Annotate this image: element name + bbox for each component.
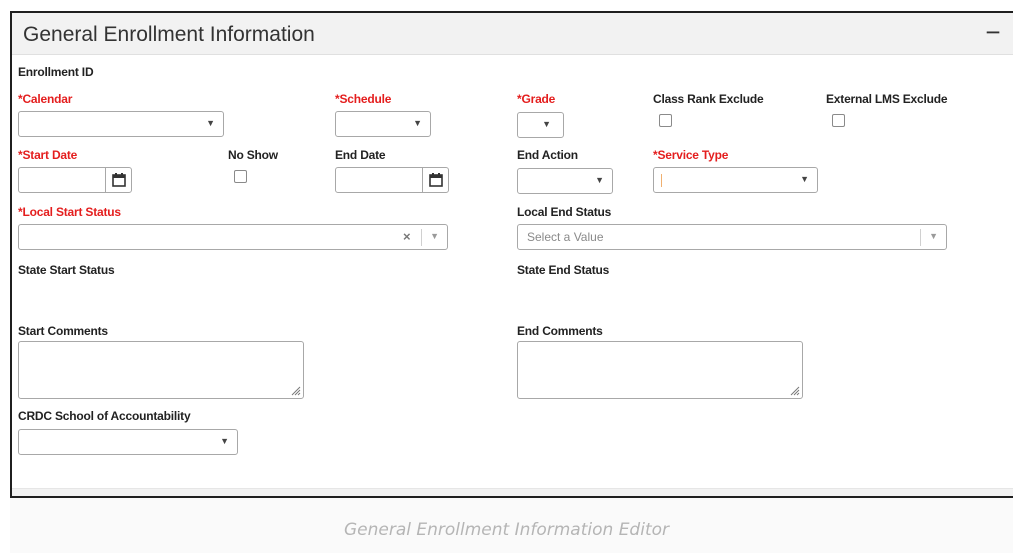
end-date-input[interactable] [335,167,449,193]
chevron-down-icon: ▼ [206,118,215,128]
class-rank-exclude-label: Class Rank Exclude [653,92,764,106]
state-start-status-label: State Start Status [18,263,115,277]
chevron-down-icon: ▼ [929,231,938,241]
local-end-status-label: Local End Status [517,205,612,219]
start-date-input[interactable] [18,167,132,193]
chevron-down-icon: ▼ [800,174,809,184]
end-action-label: End Action [517,148,578,162]
calendar-icon[interactable] [105,168,131,192]
crdc-school-select[interactable]: ▼ [18,429,238,455]
chevron-down-icon: ▼ [430,231,439,241]
text-cursor [661,174,662,187]
end-action-select[interactable]: ▼ [517,168,613,194]
schedule-select[interactable]: ▼ [335,111,431,137]
schedule-label: *Schedule [335,92,392,106]
resize-grip-icon[interactable] [291,386,301,396]
start-comments-textarea[interactable] [18,341,304,399]
calendar-icon[interactable] [422,168,448,192]
chevron-down-icon: ▼ [595,175,604,185]
external-lms-exclude-label: External LMS Exclude [826,92,948,106]
grade-select[interactable]: ▼ [517,112,564,138]
service-type-label: *Service Type [653,148,729,162]
end-comments-label: End Comments [517,324,603,338]
select-divider [920,229,921,246]
chevron-down-icon: ▼ [413,118,422,128]
state-end-status-label: State End Status [517,263,610,277]
panel-title: General Enrollment Information [23,23,315,46]
crdc-school-label: CRDC School of Accountability [18,409,191,423]
local-start-status-label: *Local Start Status [18,205,121,219]
service-type-select[interactable]: ▼ [653,167,818,193]
start-date-label: *Start Date [18,148,78,162]
calendar-select[interactable]: ▼ [18,111,224,137]
local-end-status-placeholder: Select a Value [527,230,604,244]
resize-grip-icon[interactable] [790,386,800,396]
collapse-button[interactable]: − [979,17,1007,49]
no-show-checkbox[interactable] [234,170,247,183]
clear-x-icon[interactable]: × [403,229,411,244]
local-end-status-select[interactable]: Select a Value ▼ [517,224,947,250]
grade-label: *Grade [517,92,556,106]
calendar-label: *Calendar [18,92,73,106]
panel-footer [12,488,1013,496]
end-comments-textarea[interactable] [517,341,803,399]
end-date-label: End Date [335,148,386,162]
no-show-label: No Show [228,148,278,162]
enrollment-id-label: Enrollment ID [18,65,94,79]
figure-caption: General Enrollment Information Editor [343,520,670,540]
select-divider [421,229,422,246]
external-lms-exclude-checkbox[interactable] [832,114,845,127]
chevron-down-icon: ▼ [220,436,229,446]
general-enrollment-panel: General Enrollment Information − Enrollm… [10,11,1013,498]
panel-header: General Enrollment Information − [12,13,1013,55]
class-rank-exclude-checkbox[interactable] [659,114,672,127]
chevron-down-icon: ▼ [542,119,551,129]
start-comments-label: Start Comments [18,324,108,338]
local-start-status-select[interactable]: × ▼ [18,224,448,250]
